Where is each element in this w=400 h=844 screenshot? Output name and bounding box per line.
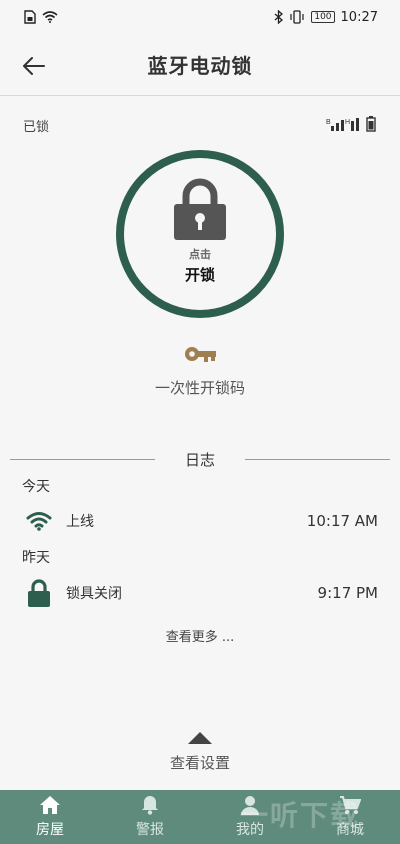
cart-icon [340,796,361,814]
bottom-nav: 房屋 警报 我的 商城 [0,790,400,844]
lock-icon [22,579,56,607]
log-day-label: 昨天 [22,550,50,566]
bluetooth-icon [274,10,284,24]
view-settings-button[interactable]: 查看设置 [0,732,400,773]
one-time-code-label: 一次性开锁码 [154,379,245,397]
nav-item-home[interactable]: 房屋 [0,790,100,844]
unlock-label: 开锁 [184,265,215,284]
unlock-hint: 点击 [189,247,211,261]
device-battery-icon [366,116,376,132]
caret-up-icon [188,732,212,744]
vibrate-icon [289,10,305,24]
nav-item-profile[interactable]: 我的 [200,790,300,844]
log-entry: 上线 10:17 AM [22,507,378,535]
svg-text:B: B [326,119,331,126]
user-icon [241,796,259,815]
nav-label: 警报 [136,822,164,838]
divider [10,458,155,460]
signal-strength-icon: B H [326,118,359,131]
page-title: 蓝牙电动锁 [147,54,253,78]
sim-icon [24,10,36,24]
view-more-link[interactable]: 查看更多 ... [0,626,400,645]
nav-label: 商城 [336,822,364,838]
wifi-status-icon [42,11,58,23]
key-icon [185,347,216,362]
back-button[interactable] [20,52,48,80]
status-bar: 100 10:27 [0,0,400,34]
app-header: 蓝牙电动锁 [0,34,400,96]
view-settings-label: 查看设置 [169,754,230,772]
nav-item-store[interactable]: 商城 [300,790,400,844]
nav-item-alerts[interactable]: 警报 [100,790,200,844]
home-icon [40,796,60,814]
arrow-left-icon [23,57,45,75]
svg-text:H: H [345,119,350,126]
log-title: 日志 [185,450,216,469]
log-time: 9:17 PM [317,584,378,602]
bell-icon [142,796,158,815]
log-day-label: 今天 [22,479,50,495]
nav-label: 房屋 [36,822,64,838]
log-event: 锁具关闭 [66,586,122,602]
wifi-icon [22,511,56,531]
lock-status-text: 已锁 [23,120,50,135]
unlock-button[interactable]: 点击 开锁 [116,150,284,318]
log-entry: 锁具关闭 9:17 PM [22,579,378,607]
nav-label: 我的 [236,822,264,838]
device-status: B H [326,116,376,132]
battery-icon: 100 [311,11,335,23]
log-time: 10:17 AM [306,512,378,530]
clock: 10:27 [340,9,378,25]
one-time-code-button[interactable]: 一次性开锁码 [0,345,400,398]
divider [245,458,391,460]
log-header: 日志 [10,448,391,470]
log-event: 上线 [66,514,94,530]
padlock-icon [174,178,226,240]
